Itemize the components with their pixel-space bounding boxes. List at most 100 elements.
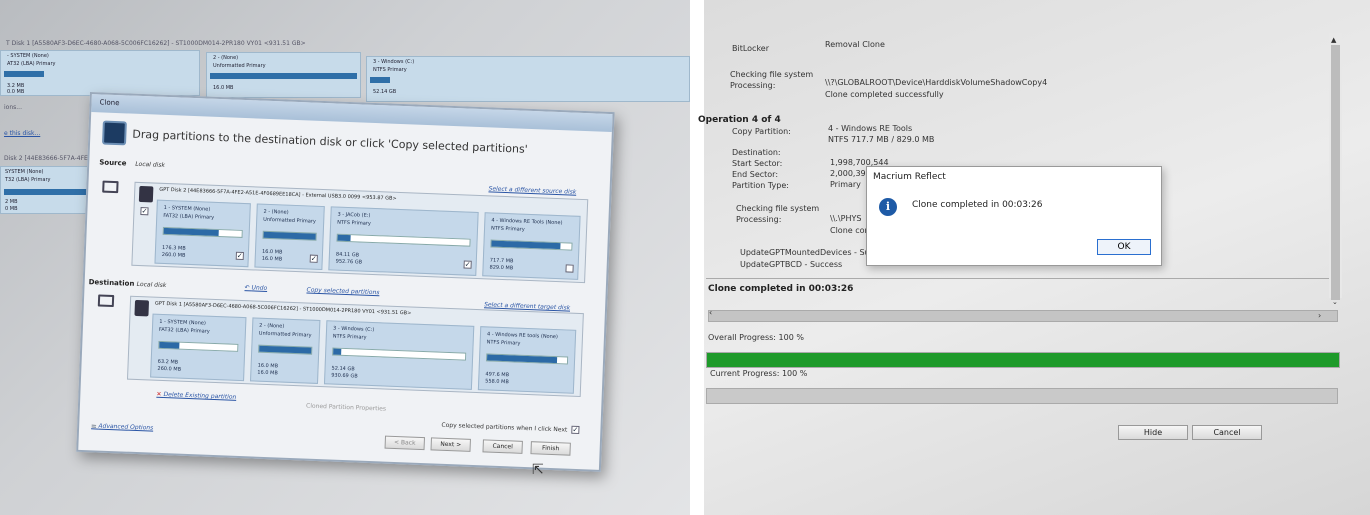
- log-processing2-label: Processing:: [736, 215, 782, 224]
- monitor-icon: [102, 180, 119, 194]
- partition-checkbox[interactable]: [565, 264, 574, 273]
- partition-used: 497.6 MB: [485, 371, 510, 379]
- dialog-heading: Drag partitions to the destination disk …: [101, 120, 528, 161]
- partition-size: 16.0 MB: [257, 369, 278, 377]
- cancel-button[interactable]: Cancel: [1192, 425, 1262, 440]
- partition-used: 52.14 GB: [331, 365, 355, 373]
- message-box-title: Macrium Reflect: [873, 172, 946, 182]
- partition-usage-bar: [490, 239, 573, 251]
- current-progress-label: Current Progress: 100 %: [710, 369, 808, 378]
- log-check-fs: Checking file system: [730, 70, 814, 79]
- log-clone-ok: Clone completed successfully: [825, 90, 944, 99]
- log-bitlocker-label: BitLocker: [732, 44, 770, 53]
- partition-checkbox[interactable]: ✓: [309, 254, 318, 263]
- log-partition-type-label: Partition Type:: [732, 181, 789, 190]
- bg-partition-system: - SYSTEM (None) AT32 (LBA) Primary 3.2 M…: [0, 50, 200, 96]
- partition-usage-bar: [262, 230, 317, 241]
- partition-name: 1 - SYSTEM (None): [163, 204, 211, 213]
- next-button[interactable]: Next >: [430, 437, 471, 452]
- partition-type: Unformatted Primary: [258, 330, 312, 339]
- overall-progress-label: Overall Progress: 100 %: [708, 333, 804, 342]
- finish-button[interactable]: Finish: [530, 441, 571, 456]
- destination-disk: GPT Disk 1 [A5580AF3-D6EC-4680-A068-5C00…: [126, 295, 584, 398]
- partition-size: 16.0 MB: [261, 255, 283, 263]
- ok-button[interactable]: OK: [1097, 239, 1151, 255]
- partition-usage-bar: [332, 347, 467, 361]
- log-check-fs2: Checking file system: [736, 204, 820, 213]
- log-end-sector-value: 2,000,398: [830, 169, 871, 178]
- disk-icon: [134, 299, 150, 317]
- scroll-thumb[interactable]: [1331, 45, 1340, 300]
- source-partition[interactable]: 3 - JACob (E:) NTFS Primary 84.11 GB 952.76…: [328, 206, 479, 276]
- partition-name: 2 - (None): [259, 322, 285, 330]
- log-copy-partition-value2: NTFS 717.7 MB / 829.0 MB: [828, 135, 935, 144]
- partition-usage-bar: [258, 344, 313, 355]
- copy-next-label: Copy selected partitions when I click Ne…: [441, 421, 568, 434]
- scroll-right-icon[interactable]: ›: [1318, 311, 1321, 320]
- disk-icon: [138, 185, 154, 203]
- partition-checkbox[interactable]: ✓: [463, 260, 472, 269]
- copy-next-checkbox[interactable]: ✓: [571, 425, 580, 435]
- partition-name: 3 - Windows (C:): [332, 325, 375, 334]
- partition-size: 260.0 MB: [157, 365, 182, 373]
- destination-partition[interactable]: 2 - (None) Unformatted Primary 16.0 MB 16.0…: [250, 317, 321, 384]
- partition-usage-bar: [485, 353, 569, 365]
- source-partition[interactable]: 1 - SYSTEM (None) FAT32 (LBA) Primary 176.…: [154, 199, 251, 268]
- bg-partition-disk2: SYSTEM (None) T32 (LBA) Primary 2 MB 0 M…: [0, 166, 92, 214]
- source-disk-name: GPT Disk 2 [44E83666-5F7A-4FE2-A51E-4F06…: [159, 186, 397, 202]
- cancel-button[interactable]: Cancel: [482, 439, 523, 454]
- partition-type: Unformatted Primary: [263, 216, 316, 225]
- current-progress-bar: [706, 388, 1338, 404]
- log-processing-value: \\?\GLOBALROOT\Device\HarddiskVolumeShad…: [825, 78, 1048, 87]
- bg-partition-windows: 3 - Windows (C:) NTFS Primary 52.14 GB: [366, 56, 690, 102]
- clone-icon: [101, 120, 127, 146]
- monitor-icon: [97, 294, 115, 308]
- left-photo: T Disk 1 [A5580AF3-D6EC-4680-A068-5C006F…: [0, 0, 690, 515]
- vertical-scrollbar[interactable]: [1329, 33, 1342, 300]
- partition-used: 16.0 MB: [261, 248, 283, 256]
- cloned-properties[interactable]: Cloned Partition Properties: [306, 403, 386, 413]
- bg-disk1-header: T Disk 1 [A5580AF3-D6EC-4680-A068-5C006F…: [6, 40, 306, 47]
- log-operation: Operation 4 of 4: [698, 115, 781, 125]
- partition-type: FAT32 (LBA) Primary: [163, 212, 215, 221]
- partition-type: NTFS Primary: [486, 339, 521, 347]
- copy-selected-link[interactable]: Copy selected partitions: [306, 286, 379, 296]
- partition-size: 260.0 MB: [161, 251, 186, 259]
- status-text: Clone completed in 00:03:26: [708, 284, 854, 294]
- scroll-left-icon[interactable]: ‹: [709, 308, 712, 317]
- partition-used: 176.3 MB: [161, 244, 186, 252]
- source-label: Source: [99, 158, 127, 168]
- partition-usage-bar: [162, 226, 243, 238]
- divider: [706, 278, 1338, 279]
- bg-partition-none: 2 - (None) Unformatted Primary 16.0 MB: [206, 52, 361, 98]
- log-end-sector-label: End Sector:: [732, 170, 779, 179]
- destination-partition[interactable]: 3 - Windows (C:) NTFS Primary 52.14 GB 930.…: [323, 320, 475, 390]
- source-partition[interactable]: 2 - (None) Unformatted Primary 16.0 MB 16.0…: [254, 203, 325, 271]
- log-destination-label: Destination:: [732, 148, 781, 157]
- source-disk-checkbox[interactable]: ✓: [140, 207, 149, 216]
- partition-name: 2 - (None): [263, 208, 289, 216]
- select-source-link[interactable]: Select a different source disk: [488, 185, 576, 195]
- destination-partition[interactable]: 1 - SYSTEM (None) FAT32 (LBA) Primary 63.2…: [150, 313, 247, 382]
- log-copy-partition-value: 4 - Windows RE Tools: [828, 124, 913, 133]
- bg-text-options: ions...: [4, 104, 22, 111]
- log-bitlocker-value: Removal Clone: [825, 40, 885, 49]
- source-partition[interactable]: 4 - Windows RE Tools (None) NTFS Primary 7…: [482, 212, 581, 280]
- advanced-options-link[interactable]: ⚌ Advanced Options: [91, 422, 153, 431]
- bg-text-this-disk[interactable]: e this disk...: [4, 130, 40, 137]
- dest-disk-name: GPT Disk 1 [A5580AF3-D6EC-4680-A068-5C00…: [154, 300, 412, 317]
- source-disk: GPT Disk 2 [44E83666-5F7A-4FE2-A51E-4F06…: [131, 181, 589, 284]
- delete-partition-link[interactable]: ✕ Delete Existing partition: [156, 391, 236, 401]
- scroll-down-icon[interactable]: ⌄: [1332, 298, 1338, 306]
- log-copy-partition-label: Copy Partition:: [732, 127, 791, 136]
- partition-name: 3 - JACob (E:): [337, 211, 371, 219]
- partition-usage-bar: [158, 340, 239, 352]
- destination-partition[interactable]: 4 - Windows RE tools (None) NTFS Primary 4…: [477, 326, 577, 394]
- undo-link[interactable]: ↶ Undo: [244, 284, 267, 292]
- partition-checkbox[interactable]: ✓: [235, 251, 244, 261]
- horizontal-scrollbar[interactable]: [708, 310, 1338, 322]
- scroll-up-icon[interactable]: ▲: [1331, 36, 1336, 44]
- back-button[interactable]: < Back: [384, 435, 425, 451]
- mouse-cursor-icon: ⇱: [532, 462, 544, 478]
- hide-button[interactable]: Hide: [1118, 425, 1188, 440]
